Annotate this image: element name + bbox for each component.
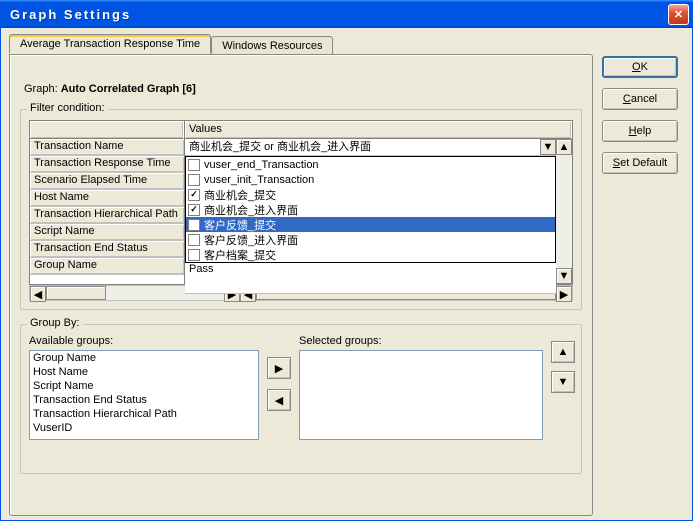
available-col: Available groups: Group Name Host Name S… <box>29 335 259 440</box>
selected-col: Selected groups: <box>299 335 543 440</box>
cancel-button[interactable]: Cancel <box>602 88 678 110</box>
filter-names-column: Transaction Name Transaction Response Ti… <box>30 121 185 284</box>
checkbox-icon[interactable] <box>188 204 200 216</box>
combo-text: 商业机会_提交 or 商业机会_进入界面 <box>185 139 540 155</box>
checkbox-icon[interactable] <box>188 249 200 261</box>
filter-row-hierarchical-path[interactable]: Transaction Hierarchical Path <box>30 207 184 224</box>
scroll-track[interactable] <box>556 155 572 268</box>
chevron-right-icon: ▶ <box>275 362 283 375</box>
graph-label-row: Graph: Auto Correlated Graph [6] <box>24 83 582 95</box>
order-buttons: ▲ ▼ <box>551 341 575 393</box>
filter-values-column: Values 商业机会_提交 or 商业机会_进入界面 ▼ vuser_end_… <box>185 121 572 284</box>
tab-strip: Average Transaction Response Time Window… <box>9 34 333 53</box>
transaction-name-combo[interactable]: 商业机会_提交 or 商业机会_进入界面 ▼ <box>185 139 556 156</box>
filter-row-host-name[interactable]: Host Name <box>30 190 184 207</box>
client-area: OK Cancel Help Set Default Average Trans… <box>0 28 693 521</box>
filter-row-end-status[interactable]: Transaction End Status <box>30 241 184 258</box>
scroll-down-button[interactable]: ▼ <box>556 268 572 284</box>
checkbox-icon[interactable] <box>188 219 200 231</box>
move-left-button[interactable]: ◀ <box>267 389 291 411</box>
empty-value-row <box>185 277 556 294</box>
tab-avg-response[interactable]: Average Transaction Response Time <box>9 34 211 53</box>
groupby-fieldset: Group By: Available groups: Group Name H… <box>20 324 582 474</box>
list-item[interactable]: Transaction End Status <box>30 393 258 407</box>
tab-panel: Graph: Auto Correlated Graph [6] Filter … <box>9 54 593 516</box>
dd-item[interactable]: vuser_init_Transaction <box>186 172 555 187</box>
list-item[interactable]: VuserID <box>30 421 258 435</box>
checkbox-icon[interactable] <box>188 189 200 201</box>
available-label: Available groups: <box>29 335 259 347</box>
chevron-right-icon: ▶ <box>560 288 568 301</box>
chevron-up-icon: ▲ <box>558 346 569 358</box>
help-button[interactable]: Help <box>602 120 678 142</box>
title-bar: Graph Settings ✕ <box>0 0 693 28</box>
graph-name: Auto Correlated Graph [6] <box>61 83 196 95</box>
dd-item[interactable]: 客户档案_提交 <box>186 247 555 262</box>
move-right-button[interactable]: ▶ <box>267 357 291 379</box>
checkbox-icon[interactable] <box>188 174 200 186</box>
dd-item[interactable]: 商业机会_进入界面 <box>186 202 555 217</box>
available-listbox[interactable]: Group Name Host Name Script Name Transac… <box>29 350 259 440</box>
checkbox-icon[interactable] <box>188 159 200 171</box>
dialog-buttons: OK Cancel Help Set Default <box>602 56 678 174</box>
set-default-button[interactable]: Set Default <box>602 152 678 174</box>
list-item[interactable]: Host Name <box>30 365 258 379</box>
move-buttons: ▶ ◀ <box>267 357 291 411</box>
filter-row-transaction-name[interactable]: Transaction Name <box>30 139 184 156</box>
combo-dropdown-button[interactable]: ▼ <box>540 139 556 155</box>
value-row-end-status: Pass <box>185 262 556 277</box>
values-col: 商业机会_提交 or 商业机会_进入界面 ▼ vuser_end_Transac… <box>185 139 556 284</box>
group-area: Available groups: Group Name Host Name S… <box>29 335 573 440</box>
graph-label: Graph: <box>24 83 58 95</box>
filter-row-elapsed-time[interactable]: Scenario Elapsed Time <box>30 173 184 190</box>
ok-button[interactable]: OK <box>602 56 678 78</box>
values-area: 商业机会_提交 or 商业机会_进入界面 ▼ vuser_end_Transac… <box>185 139 572 284</box>
selected-listbox[interactable] <box>299 350 543 440</box>
selected-label: Selected groups: <box>299 335 543 347</box>
dd-item[interactable]: vuser_end_Transaction <box>186 157 555 172</box>
chevron-left-icon: ◀ <box>34 288 42 301</box>
move-up-button[interactable]: ▲ <box>551 341 575 363</box>
move-down-button[interactable]: ▼ <box>551 371 575 393</box>
list-item[interactable]: Transaction Hierarchical Path <box>30 407 258 421</box>
scroll-up-button[interactable]: ▲ <box>556 139 572 155</box>
transaction-dropdown[interactable]: vuser_end_Transaction vuser_init_Transac… <box>185 156 556 263</box>
chevron-up-icon: ▲ <box>559 141 570 153</box>
scroll-right-button[interactable]: ▶ <box>556 286 572 302</box>
list-item[interactable]: Group Name <box>30 351 258 365</box>
chevron-down-icon: ▼ <box>559 270 570 282</box>
groupby-legend: Group By: <box>27 317 83 329</box>
filter-grid: Transaction Name Transaction Response Ti… <box>29 120 573 285</box>
dd-item[interactable]: 客户反馈_进入界面 <box>186 232 555 247</box>
filter-row-group-name[interactable]: Group Name <box>30 258 184 275</box>
checkbox-icon[interactable] <box>188 234 200 246</box>
close-button[interactable]: ✕ <box>668 4 689 25</box>
filter-row-script-name[interactable]: Script Name <box>30 224 184 241</box>
scroll-left-button[interactable]: ◀ <box>30 286 46 302</box>
dd-item[interactable]: 商业机会_提交 <box>186 187 555 202</box>
filter-row-response-time[interactable]: Transaction Response Time <box>30 156 184 173</box>
values-vscrollbar[interactable]: ▲ ▼ <box>556 139 572 284</box>
tab-windows-resources[interactable]: Windows Resources <box>211 36 333 55</box>
dd-item[interactable]: 客户反馈_提交 <box>186 217 555 232</box>
filter-fieldset: Filter condition: Transaction Name Trans… <box>20 109 582 310</box>
scroll-thumb[interactable] <box>46 286 106 300</box>
chevron-down-icon: ▼ <box>543 141 554 153</box>
filter-legend: Filter condition: <box>27 102 108 114</box>
chevron-down-icon: ▼ <box>558 376 569 388</box>
list-item[interactable]: Script Name <box>30 379 258 393</box>
chevron-left-icon: ◀ <box>275 394 283 407</box>
close-icon: ✕ <box>674 8 683 21</box>
window-title: Graph Settings <box>4 7 668 22</box>
filter-names-header <box>30 121 184 139</box>
filter-values-header: Values <box>185 121 572 139</box>
